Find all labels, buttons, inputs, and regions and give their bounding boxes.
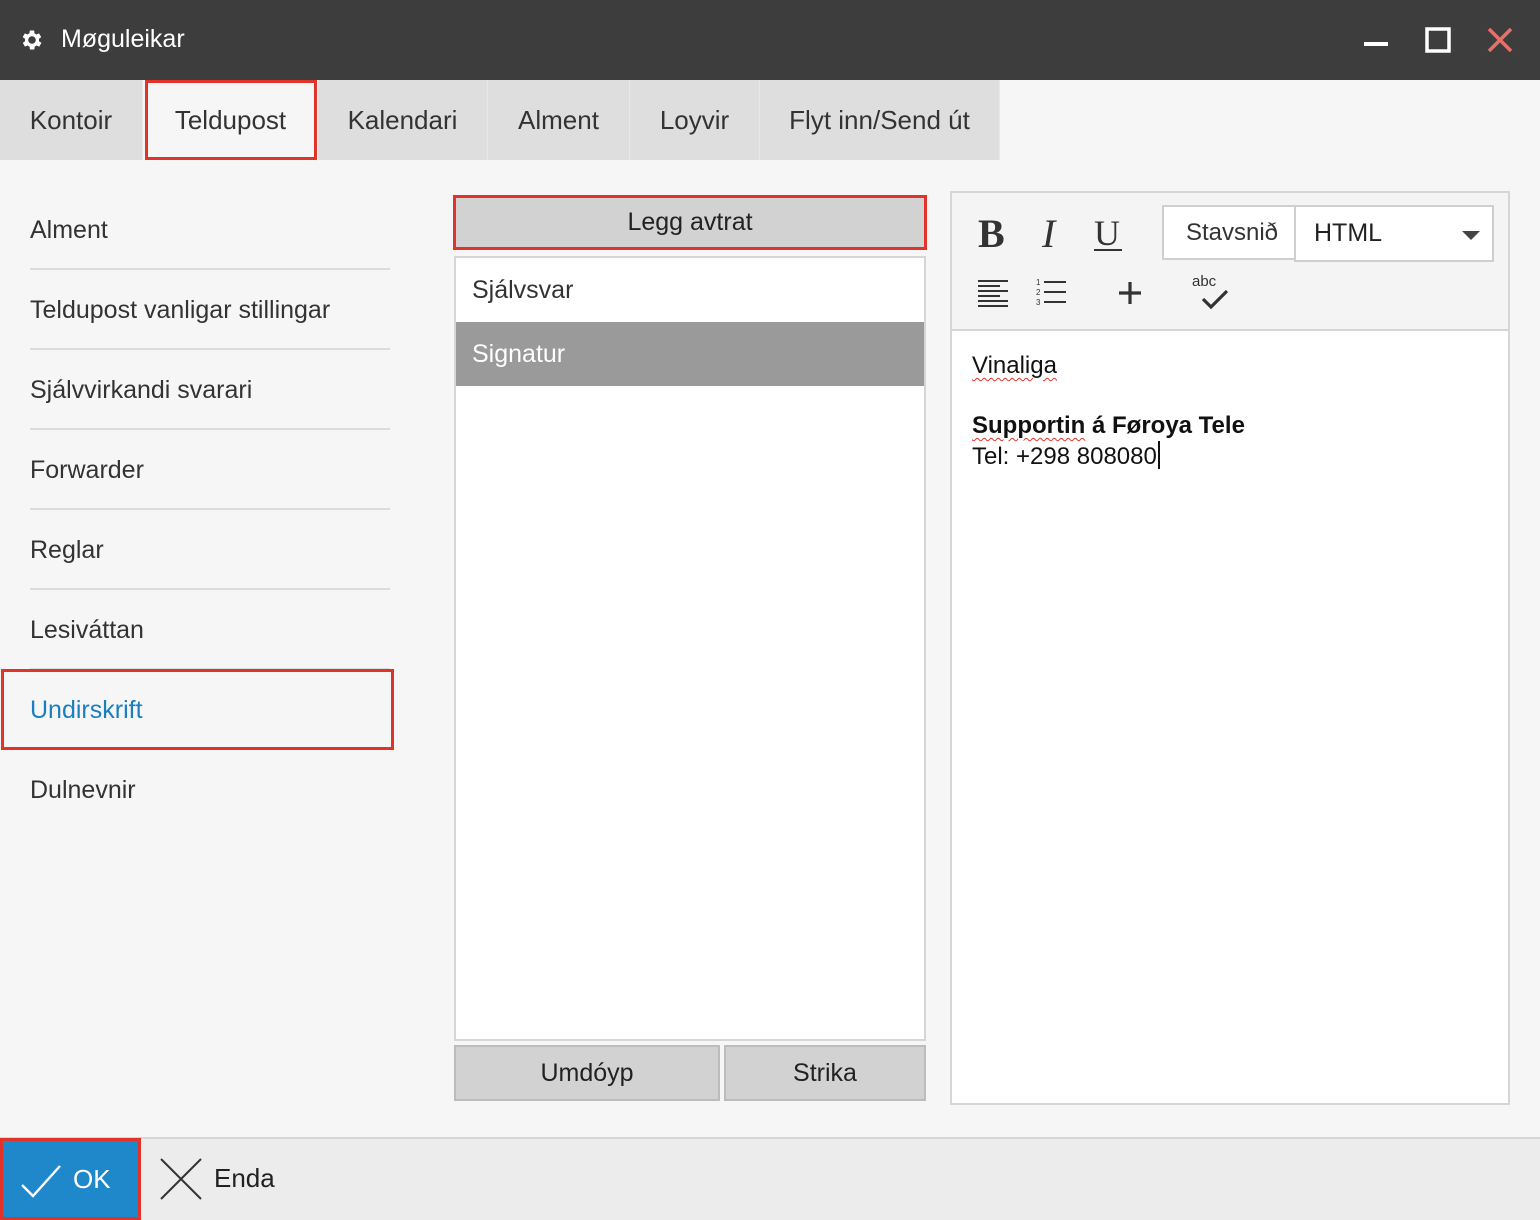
signature-editor: B I U Stavsnið HTML 123 abc Vinaliga Sup…	[950, 191, 1510, 1105]
maximize-icon[interactable]	[1420, 22, 1456, 58]
numbered-list-icon[interactable]: 123	[1034, 277, 1068, 309]
tab-alment[interactable]: Alment	[488, 80, 630, 160]
svg-text:U: U	[1094, 213, 1120, 253]
tab-flyt-inn-send-ut[interactable]: Flyt inn/Send út	[760, 80, 1000, 160]
svg-text:I: I	[1041, 211, 1057, 255]
stavsnid-button[interactable]: Stavsnið	[1162, 205, 1302, 260]
sidebar-item-forwarder[interactable]: Forwarder	[30, 430, 390, 510]
svg-text:3: 3	[1036, 298, 1041, 307]
gear-icon	[22, 30, 42, 50]
check-mark-icon	[1201, 289, 1229, 310]
signature-list: Sjálvsvar Signatur	[454, 256, 926, 1041]
sidebar-item-dulnevnir[interactable]: Dulnevnir	[30, 750, 390, 830]
tab-bar: Kontoir Teldupost Kalendari Alment Loyvi…	[0, 80, 1540, 160]
sidebar-item-alment[interactable]: Alment	[30, 190, 390, 270]
svg-text:B: B	[978, 211, 1005, 255]
editor-toolbar: B I U Stavsnið HTML 123 abc	[952, 193, 1508, 331]
sidebar-item-lesivattan[interactable]: Lesiváttan	[30, 590, 390, 670]
underline-icon[interactable]: U	[1090, 211, 1130, 255]
tab-loyvir[interactable]: Loyvir	[630, 80, 760, 160]
chevron-down-icon	[1462, 231, 1480, 240]
close-icon[interactable]	[1482, 22, 1518, 58]
sidebar-item-teldupost-vanligar-stillingar[interactable]: Teldupost vanligar stillingar	[30, 270, 390, 350]
svg-text:1: 1	[1036, 278, 1041, 287]
list-item-sjalvsvar[interactable]: Sjálvsvar	[456, 258, 924, 322]
format-select-value: HTML	[1314, 219, 1383, 247]
bold-icon[interactable]: B	[974, 211, 1014, 255]
content-line-2: Supportin á Føroya Tele	[972, 412, 1245, 439]
content-line-3: Tel: +298 808080	[972, 441, 1492, 472]
window-title: Møguleikar	[61, 25, 185, 53]
delete-button[interactable]: Strika	[724, 1045, 926, 1101]
tab-kalendari[interactable]: Kalendari	[318, 80, 488, 160]
align-left-icon[interactable]	[976, 277, 1010, 309]
italic-icon[interactable]: I	[1036, 211, 1068, 255]
sidebar-item-sjalvvirkandi-svarari[interactable]: Sjálvvirkandi svarari	[30, 350, 390, 430]
x-icon	[160, 1158, 202, 1200]
sidebar-active-highlight	[1, 669, 394, 750]
ok-button[interactable]: OK	[0, 1138, 141, 1220]
format-select[interactable]: HTML	[1294, 205, 1494, 262]
add-signature-button[interactable]: Legg avtrat	[453, 195, 927, 250]
content-blank-line	[972, 381, 1492, 411]
check-icon	[21, 1165, 61, 1198]
minimize-icon[interactable]	[1358, 22, 1394, 58]
ok-label: OK	[73, 1164, 111, 1194]
cancel-label: Enda	[214, 1163, 275, 1193]
text-caret	[1157, 441, 1160, 469]
tab-teldupost[interactable]: Teldupost	[145, 80, 317, 160]
plus-icon[interactable]	[1116, 279, 1144, 307]
rename-button[interactable]: Umdóyp	[454, 1045, 720, 1101]
svg-text:2: 2	[1036, 288, 1041, 297]
editor-content[interactable]: Vinaliga Supportin á Føroya Tele Tel: +2…	[972, 351, 1492, 472]
list-item-signatur[interactable]: Signatur	[456, 322, 924, 386]
content-line-1: Vinaliga	[972, 352, 1057, 379]
tab-kontoir[interactable]: Kontoir	[0, 80, 143, 160]
spellcheck-icon[interactable]: abc	[1190, 273, 1234, 313]
title-bar: Møguleikar	[0, 0, 1540, 80]
sidebar-item-reglar[interactable]: Reglar	[30, 510, 390, 590]
cancel-button[interactable]: Enda	[156, 1152, 296, 1204]
